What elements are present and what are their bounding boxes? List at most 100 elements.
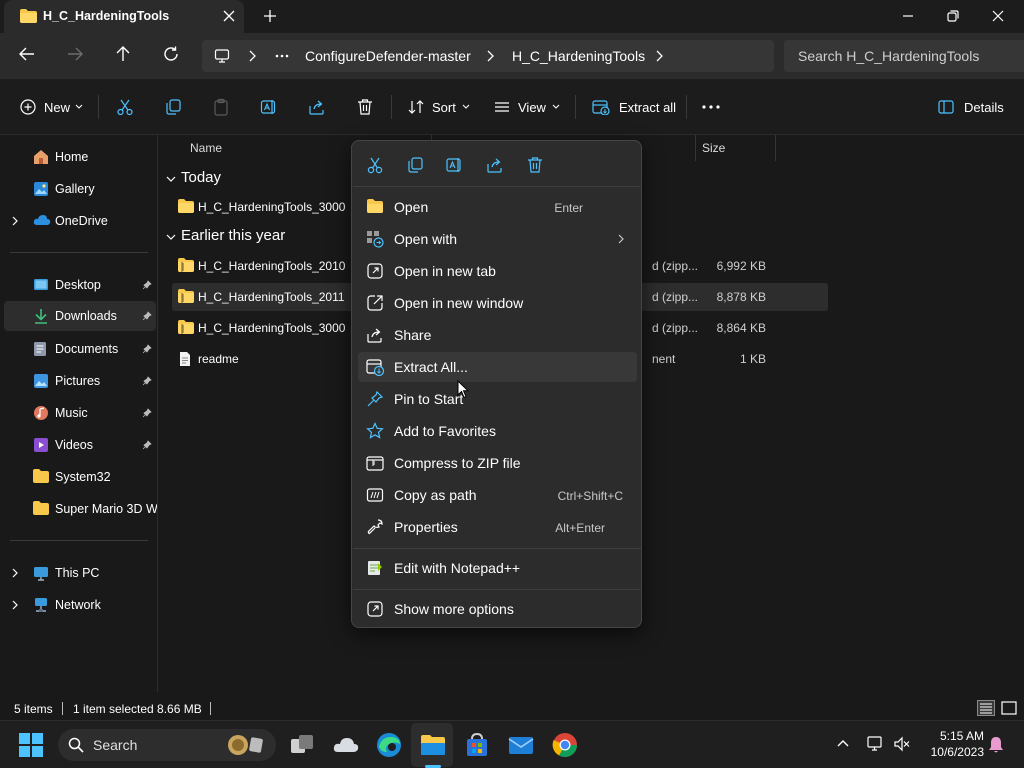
widgets-icon[interactable] [332,731,360,759]
menu-item-copy-as-path[interactable]: Copy as path Ctrl+Shift+C [358,480,637,510]
rename-icon[interactable] [443,153,467,177]
refresh-icon[interactable] [162,45,180,63]
details-view-icon[interactable] [977,700,995,716]
column-divider[interactable] [695,135,696,161]
forward-arrow-icon[interactable] [66,45,84,63]
column-header-name[interactable]: Name [190,141,222,155]
copy-button[interactable] [164,79,182,135]
pin-icon[interactable] [142,311,152,321]
sidebar-item-label: Downloads [55,309,117,323]
sidebar-item-network[interactable]: Network [0,590,158,620]
task-view-icon[interactable] [288,731,316,759]
breadcrumb-hardeningtools[interactable]: H_C_HardeningTools [512,48,645,64]
pin-icon[interactable] [142,344,152,354]
volume-muted-icon[interactable] [893,735,911,753]
notification-bell-icon[interactable] [988,736,1004,754]
menu-item-extract-all[interactable]: Extract All... [358,352,637,382]
store-icon[interactable] [463,731,491,759]
copy-icon[interactable] [403,153,427,177]
chevron-right-icon[interactable] [654,50,664,62]
close-window-icon[interactable] [988,6,1008,26]
chevron-right-icon[interactable] [11,600,19,610]
chevron-right-icon[interactable] [247,50,257,62]
computer-icon [214,48,230,64]
menu-item-pin-start[interactable]: Pin to Start [358,384,637,414]
menu-item-open-with[interactable]: Open with [358,224,637,254]
share-button[interactable] [308,79,326,135]
address-input[interactable]: ConfigureDefender-master H_C_HardeningTo… [202,40,774,72]
sidebar-item-pictures[interactable]: Pictures [0,366,158,396]
new-button[interactable]: New [20,79,83,135]
sidebar-item-label: Home [55,150,89,164]
open-folder-icon [366,198,384,214]
details-button[interactable]: Details [938,79,1004,135]
chrome-icon[interactable] [551,731,579,759]
column-divider[interactable] [775,135,776,161]
menu-item-add-favorites[interactable]: Add to Favorites [358,416,637,446]
paste-button[interactable] [212,79,230,135]
more-options-icon [366,600,384,618]
sort-button[interactable]: Sort [408,79,470,135]
chevron-right-icon[interactable] [485,50,495,62]
close-tab-icon[interactable] [222,9,236,23]
menu-item-label: Share [394,327,432,343]
menu-item-open-new-window[interactable]: Open in new window [358,288,637,318]
pin-icon[interactable] [142,440,152,450]
pin-icon[interactable] [142,376,152,386]
edge-browser-icon[interactable] [375,731,403,759]
new-tab-icon[interactable] [262,8,278,24]
view-button[interactable]: View [494,79,560,135]
chevron-right-icon[interactable] [11,568,19,578]
windows-start-icon[interactable] [19,733,47,761]
taskbar-search[interactable]: Search [58,729,276,761]
cut-icon[interactable] [363,153,387,177]
more-options-button[interactable] [702,79,720,135]
chevron-right-icon[interactable] [11,216,19,226]
tab-active[interactable]: H_C_HardeningTools [4,0,244,33]
menu-item-label: Open with [394,231,458,247]
breadcrumb-configuredefender[interactable]: ConfigureDefender-master [305,48,471,64]
pin-icon[interactable] [142,408,152,418]
music-icon [33,405,49,421]
sidebar-item-videos[interactable]: Videos [0,430,158,460]
menu-item-notepad-plus[interactable]: Edit with Notepad++ [358,553,637,583]
sidebar-item-onedrive[interactable]: OneDrive [0,206,158,236]
delete-icon[interactable] [523,153,547,177]
sidebar-item-music[interactable]: Music [0,398,158,428]
clock[interactable]: 5:15 AM 10/6/2023 [920,728,984,760]
column-header-size[interactable]: Size [702,141,725,155]
rename-button[interactable] [260,79,278,135]
tiles-view-icon[interactable] [1000,700,1018,716]
restore-icon[interactable] [943,6,963,26]
sidebar-item-documents[interactable]: Documents [0,334,158,364]
extract-all-button[interactable]: Extract all [592,79,676,135]
delete-button[interactable] [356,79,374,135]
menu-item-open[interactable]: Open Enter [358,192,637,222]
sidebar-item-this-pc[interactable]: This PC [0,558,158,588]
sidebar-item-home[interactable]: Home [0,142,158,172]
menu-item-share[interactable]: Share [358,320,637,350]
up-arrow-icon[interactable] [114,45,132,63]
menu-item-show-more[interactable]: Show more options [358,594,637,624]
divider [98,95,99,119]
cut-button[interactable] [116,79,134,135]
file-explorer-icon[interactable] [419,731,447,759]
share-icon[interactable] [483,153,507,177]
chevron-up-icon[interactable] [836,738,850,748]
pin-icon[interactable] [142,280,152,290]
back-arrow-icon[interactable] [18,45,36,63]
menu-item-compress-zip[interactable]: Compress to ZIP file [358,448,637,478]
mail-icon[interactable] [507,731,535,759]
sidebar-item-super-mario[interactable]: Super Mario 3D Wo [0,494,158,524]
network-status-icon[interactable] [866,735,884,753]
sidebar-item-label: Music [55,406,88,420]
sidebar-item-system32[interactable]: System32 [0,462,158,492]
sidebar-item-downloads[interactable]: Downloads [4,301,156,331]
search-input[interactable]: Search H_C_HardeningTools [784,40,1024,72]
menu-item-properties[interactable]: Properties Alt+Enter [358,512,637,542]
sidebar-item-desktop[interactable]: Desktop [0,270,158,300]
more-locations-icon[interactable] [275,54,289,58]
menu-item-open-new-tab[interactable]: Open in new tab [358,256,637,286]
sidebar-item-gallery[interactable]: Gallery [0,174,158,204]
minimize-icon[interactable] [898,6,918,26]
